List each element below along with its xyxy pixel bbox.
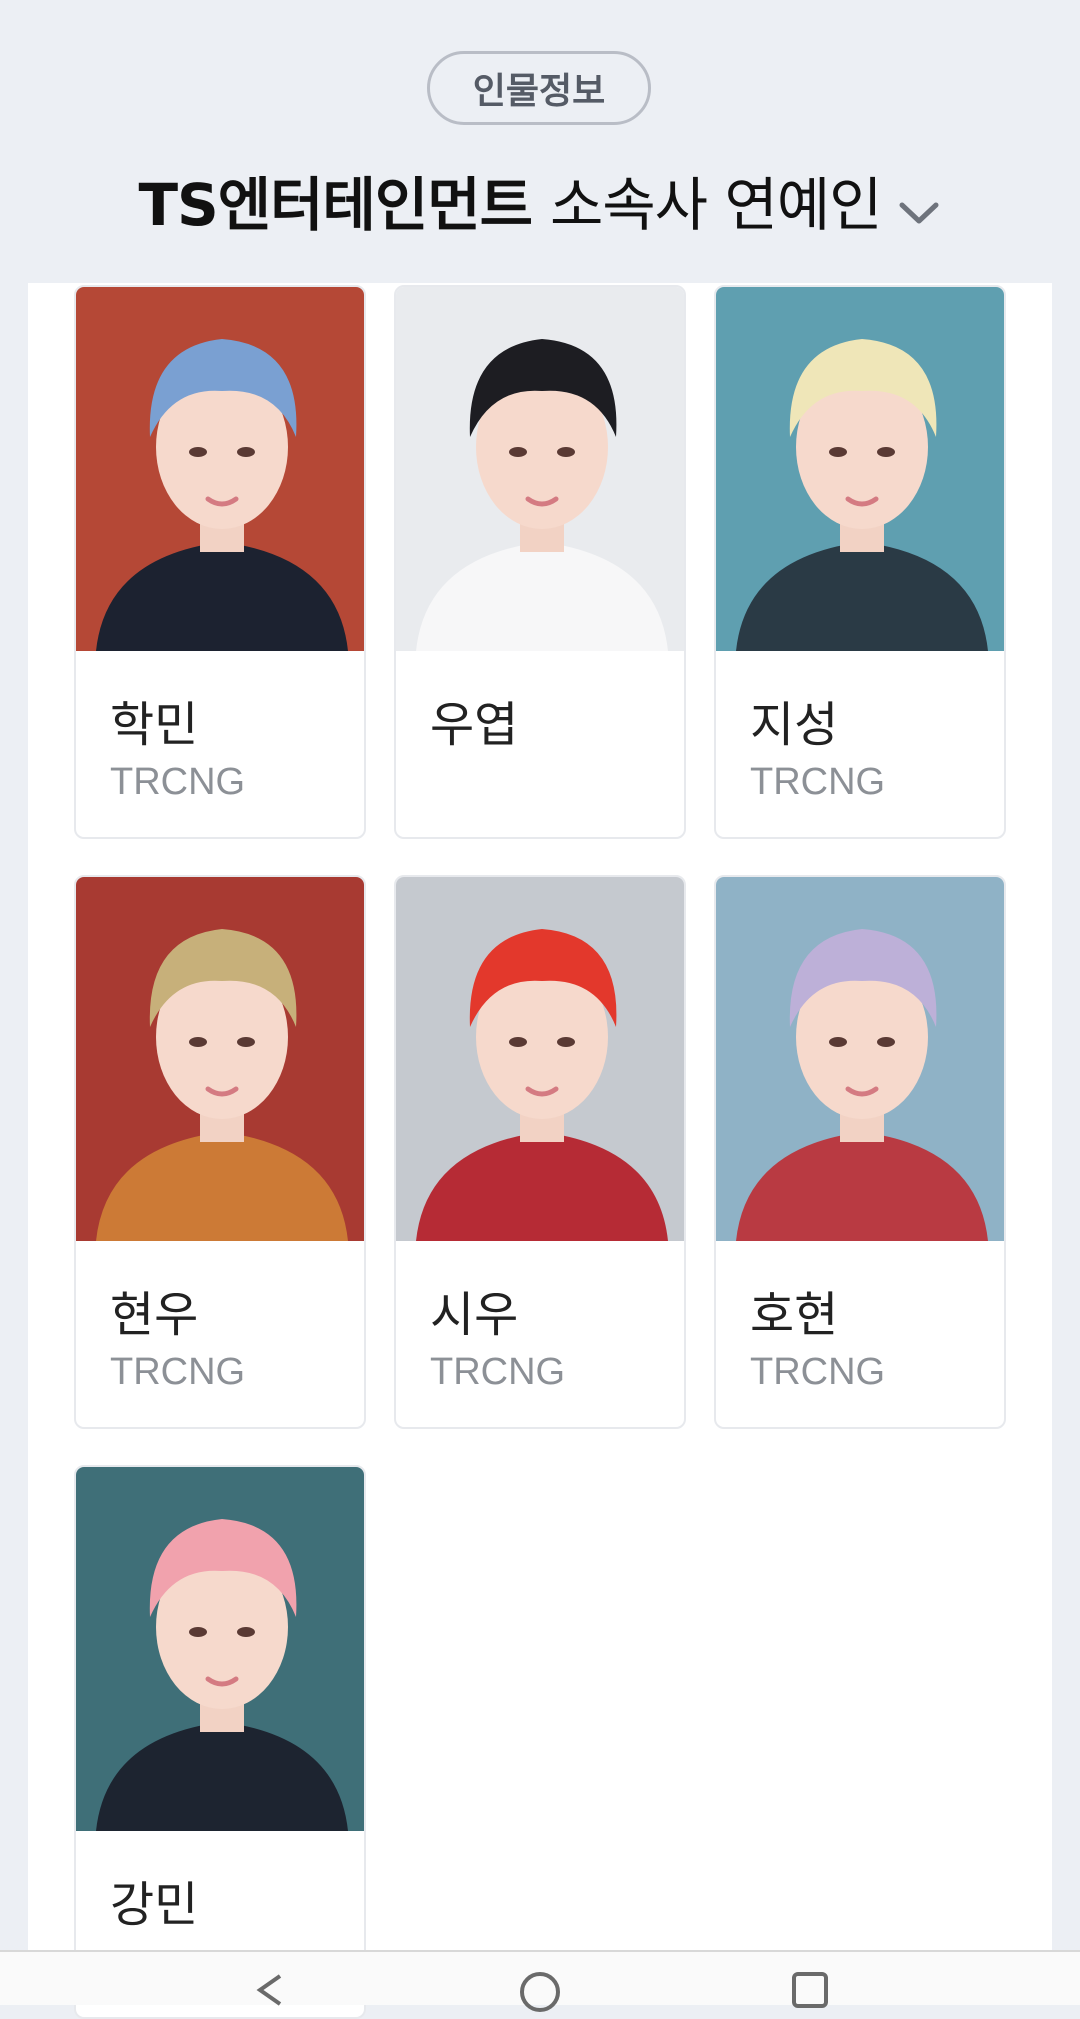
artist-card[interactable]: 호현 TRCNG <box>714 875 1006 1429</box>
artist-photo <box>716 287 1004 651</box>
chevron-down-icon[interactable] <box>896 181 942 227</box>
artist-group: TRCNG <box>110 1351 246 1393</box>
page-title[interactable]: TS엔터테인먼트 소속사 연예인 <box>0 160 1080 240</box>
header: 인물정보 TS엔터테인먼트 소속사 연예인 <box>0 0 1080 282</box>
artist-name: 지성 <box>750 697 839 753</box>
artist-group: TRCNG <box>750 761 886 803</box>
artist-name: 우엽 <box>430 697 519 753</box>
artist-photo <box>396 287 684 651</box>
artist-card[interactable]: 시우 TRCNG <box>394 875 686 1429</box>
agency-name: TS엔터테인먼트 <box>138 171 532 239</box>
artist-card[interactable]: 현우 TRCNG <box>74 875 366 1429</box>
artist-photo <box>76 1467 364 1831</box>
artist-group: TRCNG <box>750 1351 886 1393</box>
artist-photo <box>76 287 364 651</box>
artist-name: 호현 <box>750 1287 839 1343</box>
artist-list-panel: 학민 TRCNG 우엽 지성 TRCNG 현우 TRCNG 시우 TRCNG 호… <box>28 283 1052 2019</box>
recent-apps-icon[interactable] <box>790 1970 830 2014</box>
category-pill[interactable]: 인물정보 <box>427 51 651 125</box>
artist-name: 강민 <box>110 1877 199 1933</box>
system-navigation-bar <box>0 1950 1080 2012</box>
artist-card[interactable]: 지성 TRCNG <box>714 285 1006 839</box>
title-suffix: 소속사 연예인 <box>549 171 883 239</box>
artist-photo <box>76 877 364 1241</box>
artist-photo <box>716 877 1004 1241</box>
artist-name: 시우 <box>430 1287 519 1343</box>
back-icon[interactable] <box>250 1970 290 2014</box>
artist-name: 현우 <box>110 1287 199 1343</box>
artist-group: TRCNG <box>430 1351 566 1393</box>
artist-group: TRCNG <box>110 761 246 803</box>
artist-photo <box>396 877 684 1241</box>
artist-card[interactable]: 우엽 <box>394 285 686 839</box>
home-icon[interactable] <box>518 1970 562 2018</box>
artist-card[interactable]: 학민 TRCNG <box>74 285 366 839</box>
artist-card[interactable]: 강민 <box>74 1465 366 2019</box>
artist-name: 학민 <box>110 697 199 753</box>
